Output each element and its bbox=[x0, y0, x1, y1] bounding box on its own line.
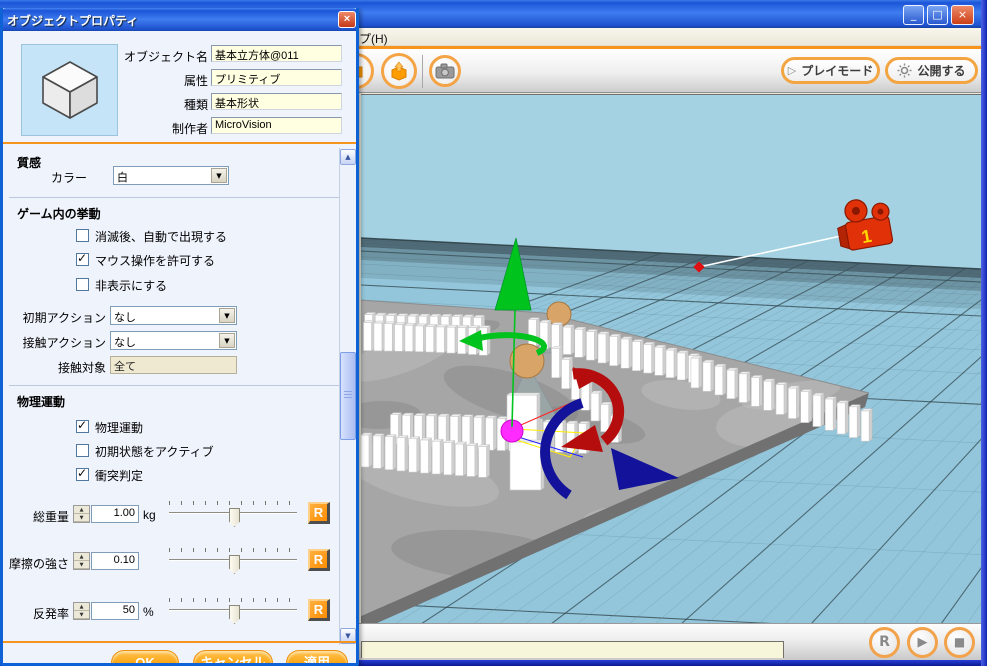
color-label: カラー bbox=[51, 171, 88, 185]
play-mode-label: プレイモード bbox=[801, 64, 874, 78]
checkbox-collision-label: 衝突判定 bbox=[95, 469, 144, 483]
restitution-stepper[interactable]: ▲ ▼ bbox=[73, 602, 90, 620]
weight-stepper[interactable]: ▲ ▼ bbox=[73, 505, 90, 523]
initial-action-value: なし bbox=[114, 312, 136, 324]
material-section-header: 質感 bbox=[17, 156, 42, 170]
weight-label: 総重量 bbox=[32, 510, 69, 524]
chevron-down-icon[interactable]: ▼ bbox=[219, 308, 235, 323]
checkbox-physics[interactable]: ✓ bbox=[76, 418, 89, 433]
restitution-field[interactable]: 50 bbox=[91, 602, 139, 620]
attribute-field[interactable]: プリミティブ bbox=[211, 69, 342, 86]
attribute-label: 属性 bbox=[183, 74, 208, 88]
restitution-label: 反発率 bbox=[32, 607, 69, 621]
checkbox-respawn-label: 消滅後、自動で出現する bbox=[95, 230, 228, 244]
kind-label: 種類 bbox=[183, 98, 208, 112]
play-button[interactable]: ▶ bbox=[907, 627, 938, 658]
toolbar-button-export[interactable] bbox=[381, 53, 417, 89]
friction-reset-button[interactable]: R bbox=[308, 549, 330, 571]
object-name-label: オブジェクト名 bbox=[123, 50, 208, 64]
weight-field[interactable]: 1.00 bbox=[91, 505, 139, 523]
checkbox-hide-label: 非表示にする bbox=[95, 279, 168, 293]
toolbar-button-screenshot[interactable] bbox=[429, 55, 461, 87]
contact-target-label: 接触対象 bbox=[57, 361, 106, 375]
checkbox-collision[interactable]: ✓ bbox=[76, 466, 89, 481]
message-input[interactable] bbox=[361, 641, 784, 658]
checkbox-physics-label: 物理運動 bbox=[95, 421, 144, 435]
app-window: _ □ × プ(H) ▷ プレイモード 公開する 1 R ▶ ■ オブジェクトプ… bbox=[0, 0, 987, 666]
publish-label: 公開する bbox=[917, 64, 966, 78]
dominoes bbox=[362, 312, 492, 356]
friction-stepper[interactable]: ▲ ▼ bbox=[73, 552, 90, 570]
friction-label: 摩擦の強さ bbox=[8, 557, 69, 571]
object-properties-dialog: オブジェクトプロパティ × オブジェクト名 基本立方体@011 属性 プリミティ… bbox=[0, 8, 359, 666]
sun-icon bbox=[897, 63, 912, 78]
restitution-reset-button[interactable]: R bbox=[308, 599, 330, 621]
checkbox-initial-active[interactable]: ✓ bbox=[76, 444, 89, 457]
restitution-slider[interactable] bbox=[169, 598, 297, 624]
close-button[interactable]: × bbox=[951, 5, 974, 25]
restitution-unit: % bbox=[143, 605, 154, 619]
maximize-button[interactable]: □ bbox=[927, 5, 948, 25]
apply-button[interactable]: 適用 bbox=[286, 650, 348, 663]
toolbar-separator bbox=[422, 55, 423, 88]
initial-action-select[interactable]: なし ▼ bbox=[110, 306, 237, 325]
chevron-down-icon[interactable]: ▼ bbox=[211, 168, 227, 183]
section-rule bbox=[9, 197, 339, 198]
scrollbar-thumb[interactable] bbox=[340, 352, 356, 440]
checkbox-initial-active-label: 初期状態をアクティブ bbox=[95, 445, 214, 459]
dialog-close-button[interactable]: × bbox=[338, 11, 356, 28]
checkbox-respawn[interactable]: ✓ bbox=[76, 229, 89, 242]
3d-scene: 1 bbox=[361, 95, 981, 624]
footer-rule bbox=[3, 641, 356, 643]
section-rule bbox=[9, 385, 339, 386]
weight-slider[interactable] bbox=[169, 501, 297, 527]
contact-action-label: 接触アクション bbox=[22, 336, 106, 350]
color-value: 白 bbox=[117, 172, 128, 184]
physics-section-header: 物理運動 bbox=[17, 395, 66, 409]
chevron-down-icon[interactable]: ▼ bbox=[219, 333, 235, 348]
ok-button[interactable]: OK bbox=[111, 650, 179, 663]
menu-item-help[interactable]: プ(H) bbox=[359, 30, 388, 47]
stop-button[interactable]: ■ bbox=[944, 627, 975, 658]
creator-label: 制作者 bbox=[171, 122, 208, 136]
friction-slider[interactable] bbox=[169, 548, 297, 574]
3d-viewport[interactable]: 1 bbox=[361, 94, 981, 624]
reset-button[interactable]: R bbox=[869, 627, 900, 658]
play-outline-icon: ▷ bbox=[787, 64, 797, 77]
play-mode-button[interactable]: ▷ プレイモード bbox=[781, 57, 880, 84]
contact-action-select[interactable]: なし ▼ bbox=[110, 331, 237, 350]
scroll-up-icon[interactable]: ▲ bbox=[340, 149, 356, 165]
weight-unit: kg bbox=[143, 508, 156, 522]
kind-field[interactable]: 基本形状 bbox=[211, 93, 342, 110]
window-right-edge bbox=[981, 0, 987, 666]
minimize-button[interactable]: _ bbox=[903, 5, 924, 25]
object-name-field[interactable]: 基本立方体@011 bbox=[211, 45, 342, 62]
section-rule bbox=[3, 142, 356, 144]
contact-action-value: なし bbox=[114, 337, 136, 349]
weight-reset-button[interactable]: R bbox=[308, 502, 330, 524]
friction-field[interactable]: 0.10 bbox=[91, 552, 139, 570]
cancel-button[interactable]: キャンセル bbox=[193, 650, 273, 663]
checkbox-mouse-control-label: マウス操作を許可する bbox=[95, 254, 216, 268]
contact-target-field: 全て bbox=[110, 356, 237, 374]
checkbox-mouse-control[interactable]: ✓ bbox=[76, 251, 89, 266]
color-select[interactable]: 白 ▼ bbox=[113, 166, 229, 185]
creator-field[interactable]: MicroVision bbox=[211, 117, 342, 134]
dialog-title: オブジェクトプロパティ bbox=[7, 14, 139, 28]
camera-icon bbox=[435, 63, 455, 79]
checkbox-hide[interactable]: ✓ bbox=[76, 278, 89, 291]
publish-button[interactable]: 公開する bbox=[885, 57, 978, 84]
initial-action-label: 初期アクション bbox=[22, 311, 106, 325]
behavior-section-header: ゲーム内の挙動 bbox=[17, 207, 101, 221]
box-upload-icon bbox=[391, 61, 407, 81]
